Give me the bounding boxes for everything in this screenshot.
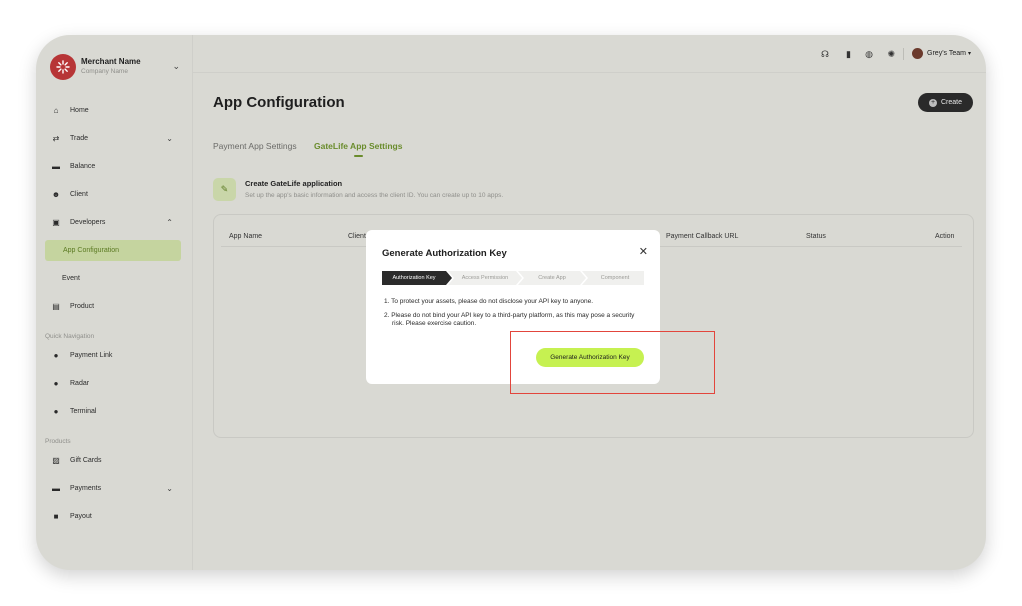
- active-tab-indicator: [354, 155, 363, 157]
- sidebar-item-gift-cards[interactable]: ▨ Gift Cards: [44, 450, 181, 471]
- sidebar-item-payments[interactable]: ▬ Payments ⌄: [44, 478, 181, 499]
- page-title: App Configuration: [213, 94, 345, 111]
- divider: [903, 48, 904, 60]
- team-switcher[interactable]: Grey's Team ▾: [912, 48, 971, 59]
- radar-icon: ●: [53, 379, 59, 388]
- terminal-icon: ●: [53, 407, 59, 416]
- avatar: [912, 48, 924, 59]
- create-app-description: Set up the app's basic information and a…: [245, 192, 504, 199]
- payments-icon: ▬: [52, 484, 60, 493]
- sidebar-item-label: Payout: [70, 513, 92, 520]
- payout-icon: ■: [53, 512, 59, 521]
- column-header-action: Action: [935, 233, 955, 240]
- gift-card-icon: ▨: [52, 456, 60, 465]
- sidebar-item-label: Trade: [70, 135, 89, 142]
- sidebar-item-label: Radar: [70, 380, 90, 387]
- products-label: Products: [45, 438, 71, 445]
- sidebar-item-payment-link[interactable]: ● Payment Link: [44, 345, 181, 366]
- chevron-down-icon: ⌄: [172, 61, 180, 71]
- chevron-down-icon: ⌄: [166, 134, 173, 143]
- stepper: Authorization Key Access Permission Crea…: [382, 271, 644, 285]
- sidebar-item-trade[interactable]: ⇄ Trade ⌄: [44, 128, 181, 149]
- sidebar-item-label: Product: [70, 303, 95, 310]
- modal-title: Generate Authorization Key: [382, 248, 507, 259]
- link-icon: ●: [53, 351, 59, 360]
- home-icon: ⌂: [53, 106, 59, 115]
- sidebar-item-label: Balance: [70, 163, 96, 170]
- sidebar-item-label: Event: [62, 275, 80, 282]
- gear-icon[interactable]: ✺: [887, 49, 895, 60]
- client-icon: ☻: [51, 190, 61, 199]
- plus-icon: +: [928, 98, 937, 107]
- sidebar-item-event[interactable]: Event: [44, 268, 181, 289]
- sidebar-item-label: Home: [70, 107, 89, 114]
- step-authorization-key: Authorization Key: [392, 275, 436, 281]
- globe-icon[interactable]: ◍: [865, 49, 873, 60]
- quick-navigation-label: Quick Navigation: [45, 333, 95, 340]
- developers-icon: ▣: [52, 218, 60, 227]
- company-name: Company Name: [81, 68, 128, 75]
- headset-icon[interactable]: ☊: [821, 49, 829, 60]
- column-header-status: Status: [806, 233, 826, 240]
- column-header-app-name: App Name: [229, 233, 263, 240]
- merchant-name: Merchant Name: [81, 57, 141, 66]
- sidebar-item-balance[interactable]: ▬ Balance: [44, 156, 181, 177]
- sidebar-item-label: Terminal: [70, 408, 97, 415]
- sidebar-item-terminal[interactable]: ● Terminal: [44, 401, 181, 422]
- highlight-box: [510, 331, 715, 394]
- caret-down-icon: ▾: [967, 51, 971, 57]
- merchant-switcher[interactable]: Merchant Name Company Name ⌄: [50, 54, 180, 82]
- sidebar-item-label: Developers: [70, 219, 106, 226]
- sidebar-item-developers[interactable]: ▣ Developers ⌃: [44, 212, 181, 233]
- sidebar: Merchant Name Company Name ⌄ ⌂ Home ⇄ Tr…: [36, 35, 193, 570]
- sidebar-item-label: App Configuration: [63, 247, 120, 254]
- chevron-down-icon: ⌄: [166, 484, 173, 493]
- sidebar-item-app-configuration[interactable]: App Configuration: [45, 240, 181, 261]
- note-item: 2. Please do not bind your API key to a …: [384, 311, 635, 328]
- sidebar-item-home[interactable]: ⌂ Home: [44, 100, 181, 121]
- team-name: Grey's Team: [927, 50, 966, 57]
- step-access-permission: Access Permission: [461, 275, 509, 281]
- topbar: ☊ ▮ ◍ ✺ Grey's Team ▾: [193, 35, 986, 73]
- step-create-app: Create App: [538, 275, 566, 281]
- chevron-up-icon: ⌃: [166, 218, 173, 227]
- create-button[interactable]: + Create: [918, 93, 973, 112]
- product-icon: ▤: [52, 302, 60, 311]
- security-notes: 1. To protect your assets, please do not…: [384, 298, 646, 334]
- tab-payment-app-settings[interactable]: Payment App Settings: [213, 141, 297, 151]
- app-window: Merchant Name Company Name ⌄ ⌂ Home ⇄ Tr…: [36, 35, 986, 570]
- sidebar-item-client[interactable]: ☻ Client: [44, 184, 181, 205]
- tab-gatelife-app-settings[interactable]: GateLife App Settings: [314, 141, 402, 151]
- note-item: 1. To protect your assets, please do not…: [384, 298, 594, 305]
- balance-icon: ▬: [52, 162, 60, 171]
- book-icon[interactable]: ▮: [846, 49, 851, 60]
- column-header-client: Client: [348, 233, 366, 240]
- sidebar-item-product[interactable]: ▤ Product: [44, 296, 181, 317]
- document-add-icon[interactable]: ✎: [213, 178, 236, 201]
- trade-icon: ⇄: [52, 134, 60, 143]
- create-button-label: Create: [940, 99, 962, 106]
- merchant-logo: [50, 54, 76, 80]
- step-component: Component: [600, 275, 630, 281]
- sidebar-item-label: Payment Link: [70, 352, 113, 359]
- sidebar-item-radar[interactable]: ● Radar: [44, 373, 181, 394]
- sidebar-item-label: Payments: [70, 485, 102, 492]
- create-app-title: Create GateLife application: [245, 179, 343, 188]
- sidebar-item-label: Client: [70, 191, 88, 198]
- sidebar-item-label: Gift Cards: [70, 457, 102, 464]
- close-icon[interactable]: ✕: [639, 245, 648, 258]
- column-header-callback-url: Payment Callback URL: [666, 233, 739, 240]
- sidebar-item-payout[interactable]: ■ Payout: [44, 506, 181, 527]
